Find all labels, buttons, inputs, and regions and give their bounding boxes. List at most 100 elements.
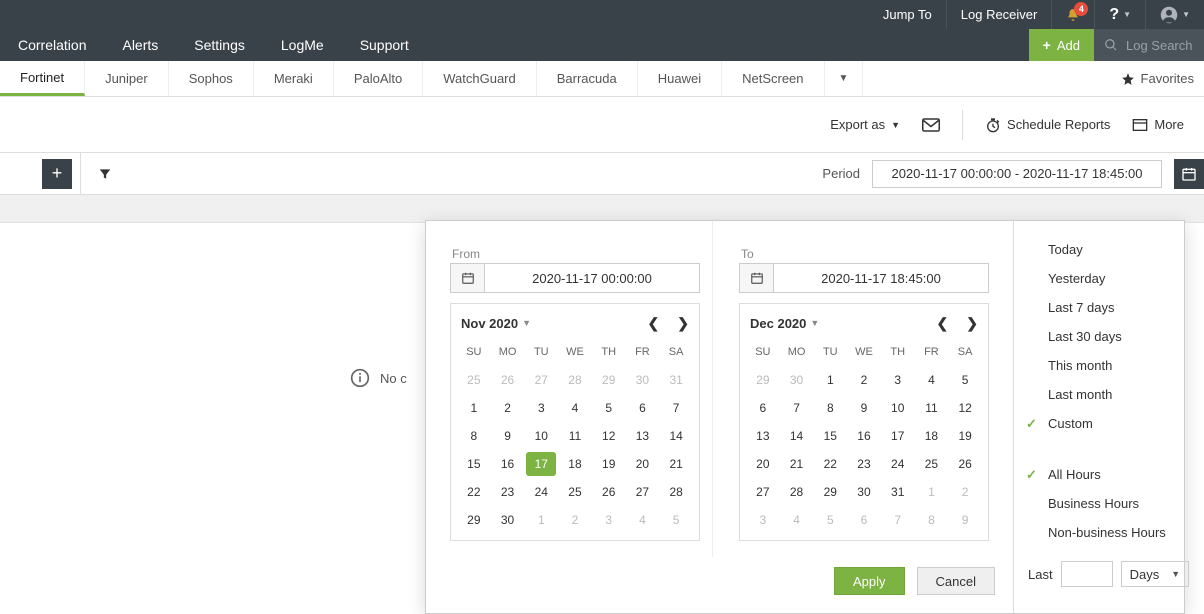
calendar-day[interactable]: 27 [526,368,556,392]
cal-month-selector[interactable]: Nov 2020▼ [461,316,531,331]
calendar-day[interactable]: 29 [459,508,489,532]
calendar-day[interactable]: 4 [916,368,946,392]
nav-item-alerts[interactable]: Alerts [104,29,176,61]
calendar-day[interactable]: 18 [560,452,590,476]
calendar-day[interactable]: 17 [526,452,556,476]
calendar-day[interactable]: 7 [782,396,812,420]
cal-month-selector[interactable]: Dec 2020▼ [750,316,819,331]
cancel-button[interactable]: Cancel [917,567,995,595]
preset-last-30-days[interactable]: Last 30 days [1014,322,1204,351]
calendar-day[interactable]: 24 [526,480,556,504]
help-button[interactable]: ?▼ [1094,0,1145,29]
tab-sophos[interactable]: Sophos [169,61,254,96]
calendar-day[interactable]: 5 [815,508,845,532]
calendar-day[interactable]: 6 [627,396,657,420]
nav-item-support[interactable]: Support [342,29,427,61]
calendar-day[interactable]: 10 [526,424,556,448]
calendar-day[interactable]: 9 [950,508,980,532]
calendar-day[interactable]: 15 [815,424,845,448]
calendar-day[interactable]: 25 [459,368,489,392]
log-receiver-link[interactable]: Log Receiver [946,0,1052,29]
calendar-day[interactable]: 7 [883,508,913,532]
calendar-day[interactable]: 21 [782,452,812,476]
calendar-day[interactable]: 19 [594,452,624,476]
calendar-day[interactable]: 4 [560,396,590,420]
calendar-day[interactable]: 23 [493,480,523,504]
calendar-day[interactable]: 23 [849,452,879,476]
calendar-day[interactable]: 15 [459,452,489,476]
to-datetime-input[interactable]: 2020-11-17 18:45:00 [739,263,989,293]
jump-to-link[interactable]: Jump To [869,0,946,29]
hours-non-business-hours[interactable]: Non-business Hours [1014,518,1204,547]
calendar-day[interactable]: 2 [560,508,590,532]
calendar-day[interactable]: 3 [526,396,556,420]
notifications-button[interactable]: 4 [1051,0,1094,29]
calendar-day[interactable]: 30 [782,368,812,392]
calendar-day[interactable]: 14 [782,424,812,448]
calendar-day[interactable]: 11 [916,396,946,420]
calendar-button[interactable] [1174,159,1204,189]
tab-barracuda[interactable]: Barracuda [537,61,638,96]
schedule-reports-button[interactable]: Schedule Reports [985,117,1110,133]
hours-business-hours[interactable]: Business Hours [1014,489,1204,518]
calendar-day[interactable]: 3 [594,508,624,532]
calendar-day[interactable]: 10 [883,396,913,420]
calendar-day[interactable]: 4 [782,508,812,532]
calendar-day[interactable]: 29 [748,368,778,392]
calendar-day[interactable]: 22 [459,480,489,504]
preset-last-month[interactable]: Last month [1014,380,1204,409]
tab-juniper[interactable]: Juniper [85,61,169,96]
calendar-day[interactable]: 11 [560,424,590,448]
cal-prev-button[interactable]: ❮ [937,315,949,332]
calendar-day[interactable]: 31 [661,368,691,392]
preset-today[interactable]: Today [1014,235,1204,264]
calendar-day[interactable]: 8 [459,424,489,448]
calendar-day[interactable]: 2 [950,480,980,504]
tab-huawei[interactable]: Huawei [638,61,722,96]
calendar-day[interactable]: 30 [849,480,879,504]
apply-button[interactable]: Apply [834,567,905,595]
calendar-day[interactable]: 13 [748,424,778,448]
calendar-day[interactable]: 13 [627,424,657,448]
preset-custom[interactable]: Custom [1014,409,1204,438]
more-button[interactable]: More [1132,117,1184,132]
filter-button[interactable] [93,153,117,195]
calendar-day[interactable]: 16 [493,452,523,476]
tab-meraki[interactable]: Meraki [254,61,334,96]
calendar-day[interactable]: 24 [883,452,913,476]
calendar-day[interactable]: 5 [950,368,980,392]
user-menu-button[interactable]: ▼ [1145,0,1204,29]
calendar-day[interactable]: 29 [815,480,845,504]
cal-prev-button[interactable]: ❮ [648,315,660,332]
add-button[interactable]: +Add [1029,29,1094,61]
calendar-day[interactable]: 9 [849,396,879,420]
from-datetime-input[interactable]: 2020-11-17 00:00:00 [450,263,700,293]
tabs-overflow-button[interactable]: ▼ [825,61,864,96]
calendar-day[interactable]: 8 [916,508,946,532]
tab-fortinet[interactable]: Fortinet [0,61,85,96]
hours-all-hours[interactable]: All Hours [1014,460,1204,489]
calendar-day[interactable]: 6 [849,508,879,532]
calendar-day[interactable]: 30 [627,368,657,392]
calendar-day[interactable]: 27 [748,480,778,504]
calendar-day[interactable]: 27 [627,480,657,504]
calendar-day[interactable]: 22 [815,452,845,476]
calendar-day[interactable]: 18 [916,424,946,448]
calendar-day[interactable]: 26 [493,368,523,392]
preset-last-7-days[interactable]: Last 7 days [1014,293,1204,322]
calendar-day[interactable]: 17 [883,424,913,448]
calendar-day[interactable]: 12 [950,396,980,420]
calendar-day[interactable]: 3 [748,508,778,532]
calendar-day[interactable]: 9 [493,424,523,448]
calendar-day[interactable]: 4 [627,508,657,532]
calendar-day[interactable]: 1 [526,508,556,532]
add-widget-button[interactable]: + [42,159,72,189]
tab-watchguard[interactable]: WatchGuard [423,61,537,96]
calendar-day[interactable]: 20 [748,452,778,476]
export-button[interactable]: Export as▼ [830,117,900,132]
calendar-day[interactable]: 2 [493,396,523,420]
log-search-input[interactable]: Log Search [1094,29,1204,61]
calendar-day[interactable]: 20 [627,452,657,476]
calendar-day[interactable]: 5 [661,508,691,532]
nav-item-settings[interactable]: Settings [176,29,263,61]
